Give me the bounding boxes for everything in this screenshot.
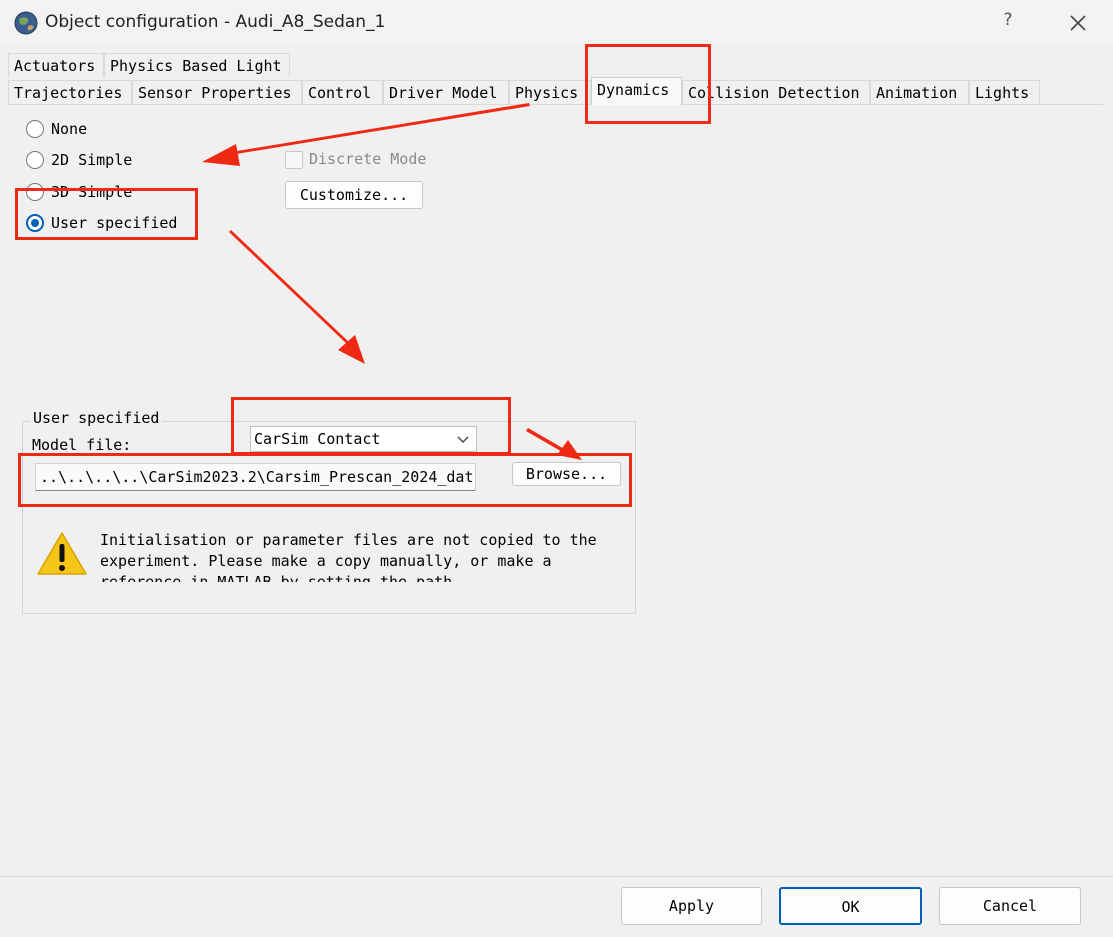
- radio-button[interactable]: [26, 151, 44, 169]
- radio-button[interactable]: [26, 120, 44, 138]
- tab-dynamics[interactable]: Dynamics: [591, 77, 682, 105]
- title-bar: Object configuration - Audi_A8_Sedan_1 ?: [0, 0, 1113, 46]
- tab-control[interactable]: Control: [302, 80, 383, 104]
- warning-icon: [37, 532, 87, 575]
- cancel-button[interactable]: Cancel: [939, 887, 1081, 925]
- globe-app-icon: [14, 11, 38, 35]
- discrete-mode-checkbox[interactable]: [285, 151, 303, 169]
- tab-driver-model[interactable]: Driver Model: [383, 80, 509, 104]
- model-select-value: CarSim Contact: [254, 430, 381, 448]
- close-icon[interactable]: [1063, 8, 1093, 38]
- customize-button[interactable]: Customize...: [285, 181, 423, 209]
- tab-physics-based-light[interactable]: Physics Based Light: [104, 53, 290, 77]
- apply-button[interactable]: Apply: [621, 887, 762, 925]
- tab-lights[interactable]: Lights: [969, 80, 1040, 104]
- ok-button[interactable]: OK: [779, 887, 922, 925]
- tab-animation[interactable]: Animation: [870, 80, 969, 104]
- discrete-mode-label: Discrete Mode: [309, 150, 427, 168]
- model-file-label: Model file:: [32, 436, 132, 454]
- radio-button[interactable]: [26, 183, 44, 201]
- group-title: User specified: [30, 409, 163, 427]
- model-select[interactable]: CarSim Contact: [250, 426, 477, 452]
- window-title: Object configuration - Audi_A8_Sedan_1: [45, 12, 386, 32]
- warning-text: Initialisation or parameter files are no…: [100, 531, 597, 582]
- tab-divider: [7, 104, 1103, 105]
- tab-sensor-properties[interactable]: Sensor Properties: [132, 80, 302, 104]
- radio-button-checked[interactable]: [26, 214, 44, 232]
- arrow-to-model-group: [229, 230, 365, 364]
- browse-button[interactable]: Browse...: [512, 462, 621, 486]
- tab-actuators[interactable]: Actuators: [8, 53, 104, 77]
- radio-label: User specified: [51, 214, 178, 232]
- model-path-field[interactable]: ..\..\..\..\CarSim2023.2\Carsim_Prescan_…: [35, 463, 476, 491]
- tab-physics[interactable]: Physics: [509, 80, 591, 104]
- radio-label: 2D Simple: [51, 151, 133, 169]
- chevron-down-icon: [457, 436, 469, 443]
- tab-collision-detection[interactable]: Collision Detection: [682, 80, 870, 104]
- tab-trajectories[interactable]: Trajectories: [8, 80, 132, 104]
- radio-label: None: [51, 120, 88, 138]
- help-button[interactable]: ?: [996, 10, 1020, 36]
- radio-label: 3D Simple: [51, 183, 133, 201]
